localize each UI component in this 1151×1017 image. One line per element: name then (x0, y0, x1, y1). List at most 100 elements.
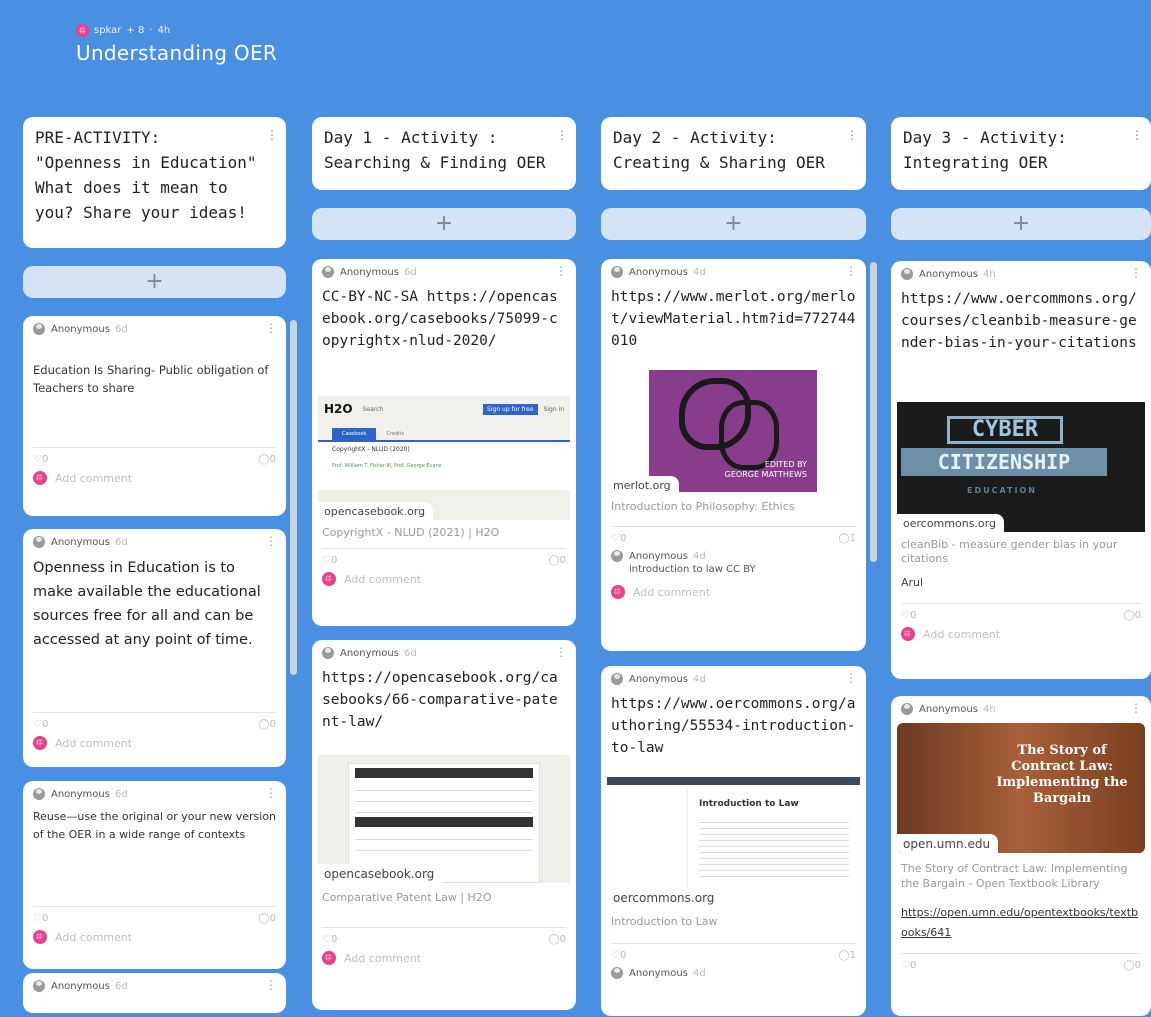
column-more-icon[interactable]: ⋮ (266, 123, 278, 148)
post-card[interactable]: Anonymous 6d ⋮ Openness in Education is … (23, 529, 286, 767)
like-button[interactable]: ♡0 (901, 960, 916, 971)
add-comment-input[interactable]: Add comment (344, 573, 421, 586)
comment-count-button[interactable]: ◯0 (258, 454, 276, 465)
comment-count-button[interactable]: ◯0 (548, 555, 566, 566)
column-more-icon[interactable]: ⋮ (846, 123, 858, 148)
like-button[interactable]: ♡0 (901, 610, 916, 621)
add-comment-row[interactable]: Add comment (312, 951, 576, 965)
add-comment-row[interactable]: Add comment (23, 736, 286, 750)
preview-logo: H2O (324, 402, 353, 416)
preview-heading: Introduction to Law (699, 799, 799, 809)
link-preview[interactable]: The Story of Contract Law: Implementing … (897, 723, 1145, 853)
heart-icon: ♡ (901, 610, 910, 621)
column-more-icon[interactable]: ⋮ (556, 123, 568, 148)
author-avatar[interactable] (76, 24, 89, 37)
add-comment-input[interactable]: Add comment (633, 586, 710, 599)
comment-count-button[interactable]: ◯0 (1123, 960, 1141, 971)
board-author[interactable]: spkar (94, 25, 121, 36)
comment-count-button[interactable]: ◯1 (838, 950, 856, 961)
link-domain: opencasebook.org (318, 502, 434, 520)
link-preview[interactable]: opencasebook.org (318, 755, 570, 883)
post-card[interactable]: Anonymous 6d ⋮ https://opencasebook.org/… (312, 640, 576, 1010)
post-author: Anonymous (340, 647, 399, 659)
column-title-line: PRE-ACTIVITY: (35, 128, 161, 147)
add-comment-row[interactable]: Add comment (23, 471, 286, 485)
like-count: 0 (619, 950, 627, 961)
post-author: Anonymous (629, 266, 688, 278)
like-count: 0 (41, 454, 49, 465)
like-button[interactable]: ♡0 (322, 555, 337, 566)
add-comment-row[interactable]: Add comment (891, 627, 1151, 641)
post-more-icon[interactable]: ⋮ (555, 645, 567, 659)
add-comment-row[interactable]: Add comment (601, 585, 866, 599)
add-comment-input[interactable]: Add comment (55, 931, 132, 944)
link-preview[interactable]: EDITED BY GEORGE MATTHEWS merlot.org (607, 370, 860, 494)
add-post-button[interactable]: + (891, 208, 1151, 240)
comment-count-button[interactable]: ◯0 (1123, 610, 1141, 621)
like-button[interactable]: ♡0 (33, 454, 48, 465)
column-scrollbar[interactable] (290, 320, 297, 675)
add-comment-input[interactable]: Add comment (55, 472, 132, 485)
post-more-icon[interactable]: ⋮ (555, 264, 567, 278)
post-card[interactable]: Anonymous 4h ⋮ https://www.oercommons.or… (891, 261, 1151, 679)
add-comment-row[interactable]: Add comment (23, 930, 286, 944)
post-card[interactable]: Anonymous 4h ⋮ The Story of Contract Law… (891, 696, 1151, 1016)
board-header: spkar + 8 · 4h Understanding OER (76, 24, 277, 65)
reactions-row: ♡0 ◯0 (891, 954, 1151, 977)
post-more-icon[interactable]: ⋮ (265, 321, 277, 335)
anonymous-user-icon (33, 323, 45, 335)
add-comment-input[interactable]: Add comment (55, 737, 132, 750)
link-domain: opencasebook.org (318, 864, 443, 883)
post-author-row: Anonymous 6d ⋮ (23, 529, 286, 548)
post-card[interactable]: Anonymous 4d ⋮ https://www.oercommons.or… (601, 666, 866, 1016)
add-post-button[interactable]: + (23, 266, 286, 298)
add-comment-row[interactable]: Add comment (312, 572, 576, 586)
link-title: Introduction to Law (611, 915, 718, 928)
like-button[interactable]: ♡0 (322, 934, 337, 945)
user-avatar (33, 471, 47, 485)
comment-count-button[interactable]: ◯0 (258, 913, 276, 924)
post-more-icon[interactable]: ⋮ (265, 978, 277, 992)
like-button[interactable]: ♡0 (33, 913, 48, 924)
post-more-icon[interactable]: ⋮ (1130, 701, 1142, 715)
comment-author-row: Anonymous 4d (611, 550, 856, 562)
post-card[interactable]: Anonymous 4d ⋮ https://www.merlot.org/me… (601, 259, 866, 651)
comment-icon: ◯ (258, 913, 270, 924)
column-scrollbar[interactable] (870, 262, 877, 562)
post-more-icon[interactable]: ⋮ (845, 671, 857, 685)
post-more-icon[interactable]: ⋮ (845, 264, 857, 278)
comment-count-button[interactable]: ◯1 (838, 533, 856, 544)
post-card[interactable]: Anonymous 6d ⋮ CC-BY-NC-SA https://openc… (312, 259, 576, 626)
like-button[interactable]: ♡0 (611, 533, 626, 544)
post-card[interactable]: Anonymous 6d ⋮ Education Is Sharing- Pub… (23, 316, 286, 516)
post-more-icon[interactable]: ⋮ (265, 786, 277, 800)
link-preview[interactable]: CYBER CITIZENSHIP EDUCATION oercommons.o… (897, 402, 1145, 532)
user-avatar (33, 736, 47, 750)
add-comment-input[interactable]: Add comment (923, 628, 1000, 641)
column-title-line: "Openness in Education" (35, 153, 257, 172)
preview-signup: Sign up for free (483, 403, 538, 415)
post-author-row: Anonymous 6d ⋮ (23, 973, 286, 992)
like-button[interactable]: ♡0 (611, 950, 626, 961)
board-contributors[interactable]: + 8 (126, 25, 144, 36)
user-avatar (322, 572, 336, 586)
link-preview[interactable]: H2O Search Sign up for free Sign in Case… (318, 396, 570, 520)
like-button[interactable]: ♡0 (33, 719, 48, 730)
post-card[interactable]: Anonymous 6d ⋮ (23, 973, 286, 1013)
comment-count-button[interactable]: ◯0 (258, 719, 276, 730)
post-card[interactable]: Anonymous 6d ⋮ Reuse—use the original or… (23, 781, 286, 969)
post-age: 4h (982, 703, 996, 715)
comment-count-button[interactable]: ◯0 (548, 934, 566, 945)
preview-table-row (355, 804, 533, 813)
add-post-button[interactable]: + (601, 208, 866, 240)
link-preview[interactable]: Introduction to Law oercommons.org (607, 777, 860, 907)
add-comment-input[interactable]: Add comment (344, 952, 421, 965)
add-post-button[interactable]: + (312, 208, 576, 240)
link-domain: oercommons.org (607, 888, 723, 907)
post-more-icon[interactable]: ⋮ (265, 534, 277, 548)
comment-icon: ◯ (838, 950, 850, 961)
post-text: CC-BY-NC-SA https://opencasebook.org/cas… (322, 289, 558, 349)
post-link[interactable]: https://open.umn.edu/opentextbooks/textb… (891, 891, 1151, 943)
post-more-icon[interactable]: ⋮ (1130, 266, 1142, 280)
column-more-icon[interactable]: ⋮ (1131, 123, 1143, 148)
